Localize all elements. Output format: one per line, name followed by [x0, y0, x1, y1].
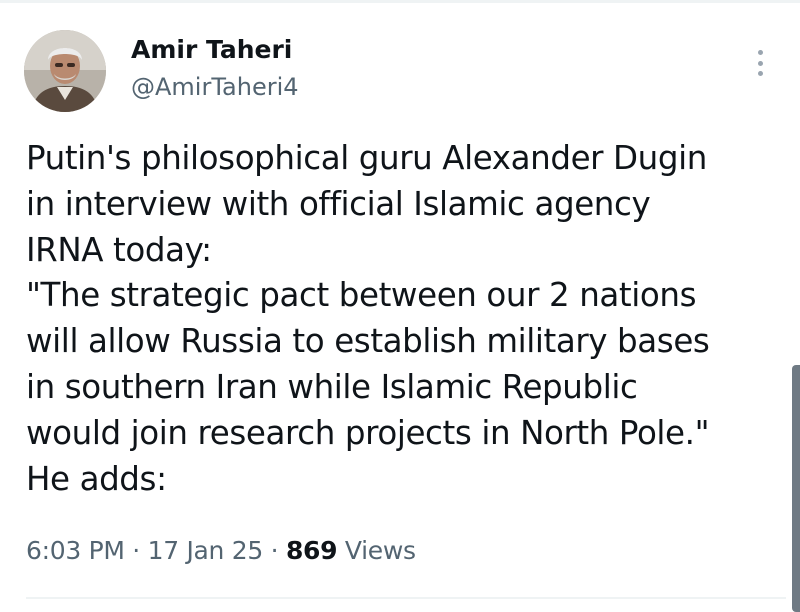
more-dot	[757, 50, 763, 55]
top-divider	[0, 0, 800, 3]
tweet-text-line: in interview with official Islamic agenc…	[26, 184, 651, 223]
tweet-text: Putin's philosophical guru Alexander Dug…	[26, 136, 766, 502]
avatar[interactable]	[24, 30, 106, 112]
author-display-name[interactable]: Amir Taheri	[131, 35, 292, 65]
scrollbar[interactable]	[792, 365, 800, 612]
views-label[interactable]: Views	[345, 536, 416, 565]
tweet-text-line: would join research projects in North Po…	[26, 413, 710, 452]
tweet-text-line: "The strategic pact between our 2 nation…	[26, 276, 697, 315]
tweet-meta: 6:03 PM · 17 Jan 25 · 869 Views	[26, 535, 416, 567]
bottom-divider	[26, 597, 786, 599]
meta-separator: ·	[270, 536, 279, 565]
meta-separator: ·	[132, 536, 140, 565]
views-count[interactable]: 869	[286, 536, 338, 565]
tweet-date[interactable]: 17 Jan 25	[148, 536, 264, 565]
tweet-text-line: Putin's philosophical guru Alexander Dug…	[26, 139, 707, 177]
more-options-icon[interactable]	[748, 46, 772, 80]
more-dot	[757, 71, 763, 76]
tweet-text-line: in southern Iran while Islamic Republic	[26, 367, 638, 406]
tweet-text-line: He adds:	[26, 459, 167, 498]
tweet-text-line: IRNA today:	[26, 230, 212, 269]
author-handle[interactable]: @AmirTaheri4	[131, 73, 299, 101]
tweet-card: Amir Taheri @AmirTaheri4 Putin's philoso…	[0, 0, 800, 612]
more-dot	[757, 60, 763, 66]
tweet-time[interactable]: 6:03 PM	[26, 536, 125, 565]
profile-photo-icon	[24, 30, 106, 112]
tweet-text-line: will allow Russia to establish military …	[26, 322, 710, 361]
